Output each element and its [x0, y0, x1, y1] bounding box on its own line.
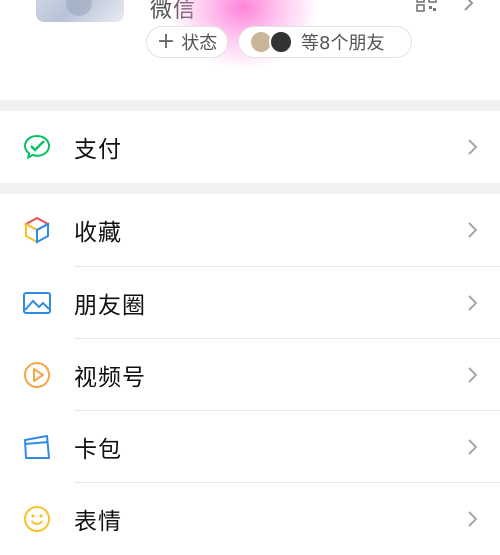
chevron-right-icon	[468, 511, 478, 527]
card-icon	[24, 435, 50, 459]
friends-status-label: 等8个朋友	[301, 33, 385, 54]
friend-avatar	[269, 30, 293, 54]
friends-status-button[interactable]: 等8个朋友	[238, 26, 412, 58]
add-status-button[interactable]: + 状态	[146, 26, 228, 58]
wechat-pay-icon	[23, 134, 51, 160]
play-circle-icon	[24, 362, 50, 388]
section-gap	[0, 100, 500, 111]
section-gap	[0, 183, 500, 194]
chevron-right-icon	[468, 295, 478, 311]
menu-item-channels[interactable]: 视频号	[0, 339, 500, 411]
menu-item-label: 表情	[74, 509, 122, 535]
menu-item-label: 视频号	[74, 365, 146, 391]
chevron-right-icon	[468, 139, 478, 155]
smiley-icon	[24, 506, 50, 532]
profile-header[interactable]: 微信 + 状态 等8个朋友	[0, 0, 500, 100]
menu-item-label: 支付	[74, 137, 122, 163]
menu-item-favorites[interactable]: 收藏	[0, 194, 500, 266]
menu-item-stickers[interactable]: 表情	[0, 483, 500, 555]
status-label: 状态	[181, 33, 218, 54]
menu-item-label: 收藏	[74, 220, 122, 246]
picture-icon	[23, 292, 51, 314]
chevron-right-icon	[468, 367, 478, 383]
menu-item-cards[interactable]: 卡包	[0, 411, 500, 483]
cube-icon	[23, 216, 51, 244]
avatar[interactable]	[36, 0, 124, 22]
friend-avatar	[251, 32, 271, 52]
menu-item-pay[interactable]: 支付	[0, 111, 500, 183]
chevron-right-icon	[468, 439, 478, 455]
menu-item-label: 朋友圈	[74, 293, 146, 319]
qr-code-icon[interactable]	[416, 0, 438, 12]
menu-item-moments[interactable]: 朋友圈	[0, 267, 500, 339]
chevron-right-icon	[468, 222, 478, 238]
plus-icon: +	[156, 29, 176, 54]
chevron-right-icon[interactable]	[462, 0, 474, 12]
menu-item-label: 卡包	[74, 437, 122, 463]
